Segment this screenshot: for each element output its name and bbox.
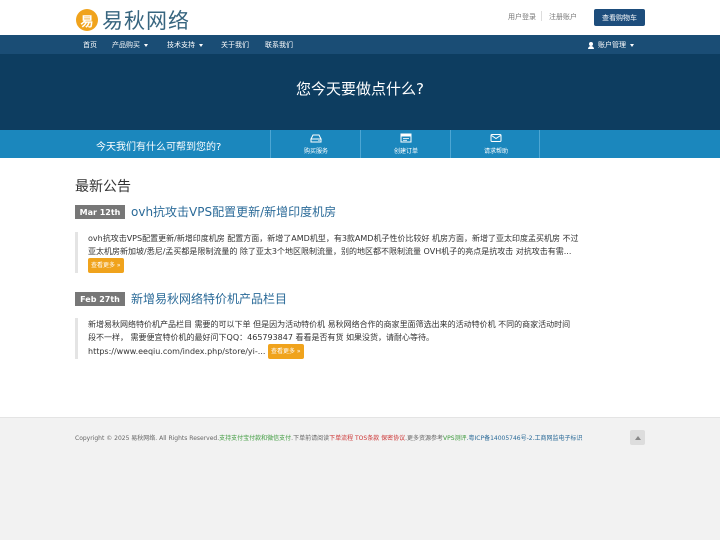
tos-link[interactable]: TOS条款 <box>353 435 379 442</box>
buy-service-tile[interactable]: 购买服务 <box>270 130 360 158</box>
hero-banner: 您今天要做点什么? <box>0 54 720 130</box>
tile-label: 请求帮助 <box>483 148 508 155</box>
help-prompt-panel: 今天我们有什么可帮到您的? <box>0 130 270 158</box>
read-more-button[interactable]: 查看更多 » <box>267 344 304 359</box>
more-resources-text: .更多资源参考 <box>405 435 444 442</box>
footer-text: Copyright © 2025 易秋网络. All Rights Reserv… <box>75 433 583 442</box>
announcement-excerpt: ovh抗攻击VPS配置更新/新增印度机房 配置方面，新增了AMD机型，有3款AM… <box>75 232 635 273</box>
excerpt-line: 段不一样， 需要便宜特价机的最好问下QQ：465793847 看看是否有货 如果… <box>88 333 435 342</box>
order-flow-link[interactable]: 下单流程 <box>329 435 353 442</box>
view-cart-button[interactable]: 查看购物车 <box>594 9 645 26</box>
account-menu[interactable]: 账户管理 <box>588 40 634 50</box>
nav-item-support[interactable]: 技术支持 <box>167 40 203 50</box>
nav-item-label: 联系我们 <box>265 41 293 49</box>
vps-review-link[interactable]: VPS测评 <box>443 435 467 442</box>
read-more-button[interactable]: 查看更多 » <box>88 258 124 273</box>
envelope-icon <box>490 134 502 142</box>
logo-badge: 易 <box>76 9 98 31</box>
chevron-down-icon <box>199 43 203 47</box>
login-link[interactable]: 用户登录 <box>508 12 536 22</box>
footer-note: .下单前请阅读 <box>291 435 330 442</box>
invoice-icon <box>400 133 412 143</box>
announcement-title-link[interactable]: 新增易秋网络特价机产品栏目 <box>131 290 287 307</box>
nav-item-label: 首页 <box>83 41 97 49</box>
site-logo[interactable]: 易 易秋网络 <box>76 5 190 35</box>
chevron-down-icon <box>630 43 634 47</box>
excerpt-url: https://www.eeqiu.com/index.php/store/yi… <box>88 347 266 356</box>
logo-text: 易秋网络 <box>102 9 190 33</box>
payment-link[interactable]: 支持支付宝付款和微信支付 <box>219 435 291 442</box>
account-menu-label: 账户管理 <box>598 41 626 49</box>
nav-item-label: 技术支持 <box>167 41 195 49</box>
announcement-title-link[interactable]: ovh抗攻击VPS配置更新/新增印度机房 <box>131 203 336 220</box>
nav-item-products[interactable]: 产品购买 <box>112 40 148 50</box>
excerpt-line: 新增易秋网络特价机产品栏目 需要的可以下单 但是因为活动特价机 易秋网络合作的商… <box>88 320 571 329</box>
user-icon <box>588 41 594 49</box>
privacy-link[interactable]: 保密协议 <box>379 435 405 442</box>
nav-item-label: 产品购买 <box>112 41 140 49</box>
announcements-heading: 最新公告 <box>75 179 131 195</box>
hero-title: 您今天要做点什么? <box>296 80 424 98</box>
nav-item-contact[interactable]: 联系我们 <box>265 40 293 50</box>
server-icon <box>310 134 322 143</box>
chevron-down-icon <box>144 43 148 47</box>
icp-link[interactable]: .粤ICP备14005746号-2.工商网监电子标识 <box>467 435 583 442</box>
chevron-up-icon <box>634 435 641 440</box>
help-prompt-text: 今天我们有什么可帮到您的? <box>96 142 222 153</box>
action-strip: 今天我们有什么可帮到您的? 购买服务 创建订单 请求帮助 <box>0 130 720 158</box>
back-to-top-button[interactable] <box>630 430 645 445</box>
nav-item-home[interactable]: 首页 <box>83 40 97 50</box>
nav-item-label: 关于我们 <box>221 41 249 49</box>
main-navbar: 首页 产品购买 技术支持 关于我们 联系我们 账户管理 <box>0 35 720 54</box>
tile-label: 购买服务 <box>303 148 328 155</box>
announcement-date: Mar 12th <box>75 205 125 219</box>
request-help-tile[interactable]: 请求帮助 <box>450 130 540 158</box>
site-footer: Copyright © 2025 易秋网络. All Rights Reserv… <box>0 417 720 540</box>
announcement-date: Feb 27th <box>75 292 125 306</box>
create-order-tile[interactable]: 创建订单 <box>360 130 450 158</box>
tile-label: 创建订单 <box>393 148 418 155</box>
nav-item-about[interactable]: 关于我们 <box>221 40 249 50</box>
announcement-excerpt: 新增易秋网络特价机产品栏目 需要的可以下单 但是因为活动特价机 易秋网络合作的商… <box>75 318 635 359</box>
top-header: 易 易秋网络 用户登录 注册账户 查看购物车 <box>0 0 720 35</box>
excerpt-line: 亚太机房新加坡/悉尼/孟买都是限制流量的 除了亚太3个地区限制流量，别的地区都不… <box>88 247 572 256</box>
top-divider <box>541 11 542 21</box>
excerpt-line: ovh抗攻击VPS配置更新/新增印度机房 配置方面，新增了AMD机型，有3款AM… <box>88 234 579 243</box>
copyright-text: Copyright © 2025 易秋网络. All Rights Reserv… <box>75 435 220 442</box>
register-link[interactable]: 注册账户 <box>549 12 577 22</box>
